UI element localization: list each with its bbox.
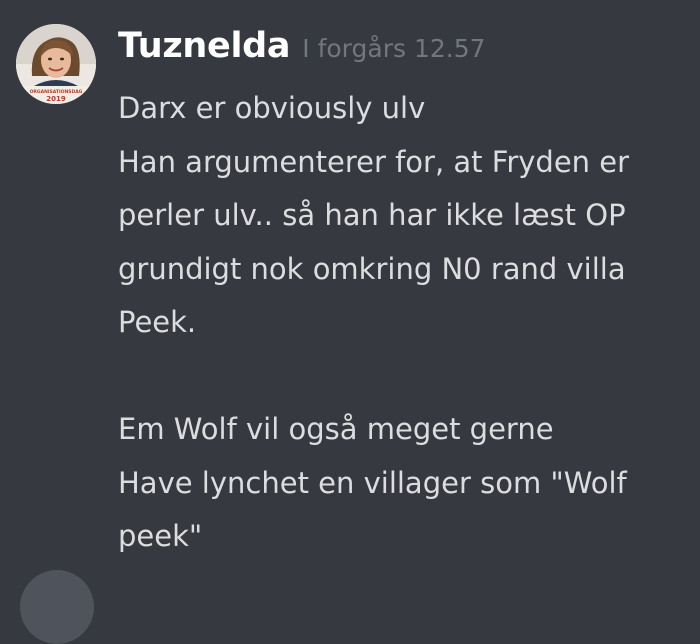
- message-line: grundigt nok omkring N0 rand villa: [118, 251, 626, 286]
- message-header: Tuznelda I forgårs 12.57: [118, 26, 486, 76]
- message-line: Have lynchet en villager som "Wolf: [118, 465, 627, 500]
- user-avatar[interactable]: ORGANISATIONSDAG 2019: [16, 24, 96, 104]
- message-line: peek": [118, 519, 203, 553]
- avatar-photo-icon: ORGANISATIONSDAG 2019: [16, 24, 96, 104]
- message-line: perler ulv.. så han har ikke læst OP: [118, 198, 626, 232]
- avatar-badge-year: 2019: [46, 95, 66, 103]
- next-message-avatar[interactable]: [20, 570, 94, 644]
- username[interactable]: Tuznelda: [118, 26, 291, 66]
- message-line: Darx er obviously ulv: [118, 91, 426, 125]
- timestamp: I forgårs 12.57: [302, 34, 486, 63]
- message-line: Han argumenterer for, at Fryden er: [118, 144, 630, 179]
- message-content: Darx er obviously ulv Han argumenterer f…: [118, 82, 688, 564]
- message-line: Em Wolf vil også meget gerne: [118, 412, 554, 446]
- message-line: Peek.: [118, 305, 197, 339]
- chat-message: ORGANISATIONSDAG 2019 Tuznelda I forgårs …: [0, 0, 700, 560]
